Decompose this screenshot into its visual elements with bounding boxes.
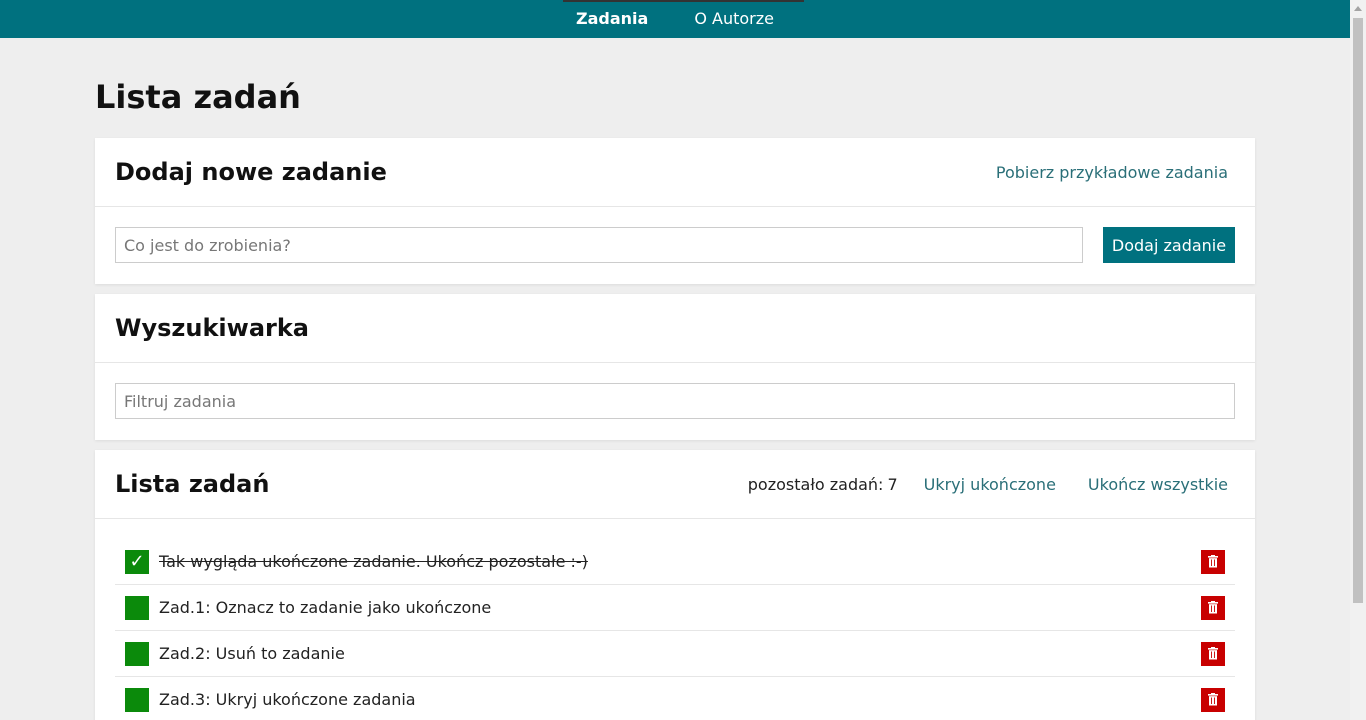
scroll-up-arrow-icon[interactable] [1354, 6, 1362, 11]
page-title: Lista zadań [95, 78, 301, 116]
remaining-count: 7 [887, 474, 898, 494]
delete-task-button[interactable] [1201, 549, 1225, 574]
new-task-input[interactable] [115, 227, 1083, 263]
add-task-title: Dodaj nowe zadanie [115, 158, 387, 186]
task-text[interactable]: Zad.2: Usuń to zadanie [159, 644, 1201, 663]
task-checkbox[interactable] [125, 641, 149, 666]
check-icon[interactable]: ✓ [125, 549, 149, 574]
task-row: ✓ Tak wygląda ukończone zadanie. Ukończ … [115, 539, 1235, 585]
add-task-card-header: Dodaj nowe zadanie Pobierz przykładowe z… [95, 138, 1255, 207]
delete-task-button[interactable] [1201, 595, 1225, 620]
remaining-tasks-counter: pozostało zadań: 7 [748, 475, 898, 494]
delete-task-button[interactable] [1201, 687, 1225, 712]
filter-tasks-input[interactable] [115, 383, 1235, 419]
task-row: Zad.1: Oznacz to zadanie jako ukończone [115, 585, 1235, 631]
task-checkbox[interactable] [125, 595, 149, 620]
task-list-header: Lista zadań pozostało zadań: 7 Ukryj ukoń… [95, 450, 1255, 519]
trash-icon [1208, 647, 1218, 660]
nav-item-o-autorze[interactable]: O Autorze [694, 0, 774, 38]
nav-item-zadania[interactable]: Zadania [576, 0, 648, 38]
trash-icon [1208, 555, 1218, 568]
task-row: Zad.2: Usuń to zadanie [115, 631, 1235, 677]
trash-icon [1208, 601, 1218, 614]
top-navigation: Zadania O Autorze [0, 0, 1350, 38]
task-checkbox[interactable] [125, 687, 149, 712]
task-text[interactable]: Tak wygląda ukończone zadanie. Ukończ po… [159, 552, 1201, 571]
load-sample-tasks-link[interactable]: Pobierz przykładowe zadania [996, 163, 1228, 182]
search-card-header: Wyszukiwarka [95, 294, 1255, 363]
task-text[interactable]: Zad.3: Ukryj ukończone zadania [159, 690, 1201, 709]
page-scrollbar[interactable] [1350, 0, 1366, 720]
complete-all-link[interactable]: Ukończ wszystkie [1088, 475, 1228, 494]
search-card: Wyszukiwarka [95, 294, 1255, 440]
scrollbar-thumb[interactable] [1353, 18, 1363, 603]
hide-completed-link[interactable]: Ukryj ukończone [924, 475, 1056, 494]
task-row: Zad.3: Ukryj ukończone zadania [115, 677, 1235, 720]
delete-task-button[interactable] [1201, 641, 1225, 666]
task-list: ✓ Tak wygląda ukończone zadanie. Ukończ … [95, 519, 1255, 720]
remaining-label: pozostało zadań: [747, 474, 884, 494]
add-task-form: Dodaj zadanie [95, 207, 1255, 283]
search-title: Wyszukiwarka [115, 314, 310, 342]
search-form [95, 363, 1255, 439]
add-task-card: Dodaj nowe zadanie Pobierz przykładowe z… [95, 138, 1255, 284]
task-list-card: Lista zadań pozostało zadań: 7 Ukryj ukoń… [95, 450, 1255, 720]
trash-icon [1208, 693, 1218, 706]
task-text[interactable]: Zad.1: Oznacz to zadanie jako ukończone [159, 598, 1201, 617]
task-list-title: Lista zadań [115, 470, 270, 498]
add-task-button[interactable]: Dodaj zadanie [1103, 227, 1235, 263]
